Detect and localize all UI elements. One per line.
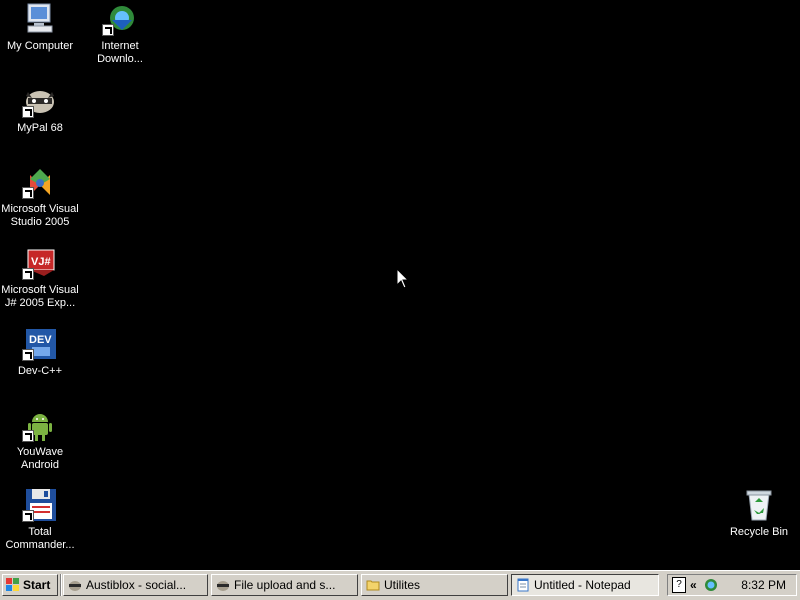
desktop[interactable]: My Computer Internet Downlo... MyPal 68 … bbox=[0, 0, 800, 570]
icon-label: YouWave Android bbox=[16, 446, 64, 471]
help-icon[interactable]: ? bbox=[672, 577, 686, 593]
icon-label: Internet Downlo... bbox=[97, 40, 143, 65]
start-button[interactable]: Start bbox=[2, 574, 58, 596]
visual-studio-shortcut[interactable]: Microsoft Visual Studio 2005 bbox=[0, 165, 80, 229]
visual-jsharp-shortcut[interactable]: VJ# Microsoft Visual J# 2005 Exp... bbox=[0, 246, 80, 310]
computer-icon bbox=[22, 2, 58, 36]
taskbar: Start Austiblox - social... File upload … bbox=[0, 570, 800, 600]
windows-logo-icon bbox=[6, 578, 19, 591]
icon-label: MyPal 68 bbox=[17, 122, 63, 134]
taskbar-button-austiblox[interactable]: Austiblox - social... bbox=[63, 574, 208, 596]
task-label: Untitled - Notepad bbox=[534, 578, 631, 592]
floppy-icon bbox=[22, 488, 58, 522]
shortcut-arrow-icon bbox=[22, 106, 34, 118]
taskbar-button-notepad[interactable]: Untitled - Notepad bbox=[511, 574, 659, 596]
shortcut-arrow-icon bbox=[22, 430, 34, 442]
taskbar-button-file-upload[interactable]: File upload and s... bbox=[211, 574, 358, 596]
youwave-android-shortcut[interactable]: YouWave Android bbox=[0, 408, 80, 472]
devcpp-shortcut[interactable]: DEV Dev-C++ bbox=[0, 327, 80, 378]
shortcut-arrow-icon bbox=[102, 24, 114, 36]
visual-studio-icon bbox=[22, 165, 58, 199]
vj-icon: VJ# bbox=[22, 246, 58, 280]
notepad-icon bbox=[517, 578, 529, 592]
my-computer-shortcut[interactable]: My Computer bbox=[0, 2, 80, 53]
icon-label: Microsoft Visual Studio 2005 bbox=[1, 203, 79, 228]
task-label: Austiblox - social... bbox=[86, 578, 187, 592]
start-label: Start bbox=[23, 578, 51, 592]
icon-label: Recycle Bin bbox=[729, 526, 789, 538]
task-label: Utilites bbox=[384, 578, 421, 592]
recycle-bin[interactable]: Recycle Bin bbox=[719, 488, 799, 539]
download-manager-tray-icon[interactable] bbox=[704, 578, 718, 592]
shortcut-arrow-icon bbox=[22, 268, 34, 280]
svg-text:VJ#: VJ# bbox=[31, 256, 51, 268]
android-icon bbox=[22, 408, 58, 442]
task-label: File upload and s... bbox=[234, 578, 336, 592]
clock[interactable]: 8:32 PM bbox=[741, 575, 786, 595]
folder-icon bbox=[366, 580, 380, 591]
mypal-icon bbox=[217, 581, 229, 591]
internet-download-manager-shortcut[interactable]: Internet Downlo... bbox=[80, 2, 160, 66]
devcpp-icon: DEV bbox=[22, 327, 58, 361]
icon-label: My Computer bbox=[6, 40, 74, 52]
system-tray: ? « 8:32 PM bbox=[667, 574, 797, 596]
icon-label: Microsoft Visual J# 2005 Exp... bbox=[1, 284, 79, 309]
shortcut-arrow-icon bbox=[22, 349, 34, 361]
svg-text:DEV: DEV bbox=[29, 334, 52, 346]
mypal-icon bbox=[22, 84, 58, 118]
recycle-bin-icon bbox=[741, 488, 777, 522]
mypal-shortcut[interactable]: MyPal 68 bbox=[0, 84, 80, 135]
shortcut-arrow-icon bbox=[22, 187, 34, 199]
mypal-icon bbox=[69, 581, 81, 591]
icon-label: Total Commander... bbox=[5, 526, 75, 551]
icon-label: Dev-C++ bbox=[17, 365, 63, 377]
total-commander-shortcut[interactable]: Total Commander... bbox=[0, 488, 80, 552]
taskbar-separator bbox=[60, 574, 62, 596]
download-manager-icon bbox=[102, 2, 138, 36]
shortcut-arrow-icon bbox=[22, 510, 34, 522]
taskbar-button-utilites[interactable]: Utilites bbox=[361, 574, 508, 596]
mouse-pointer-icon bbox=[396, 268, 410, 289]
tray-expand-chevron-icon[interactable]: « bbox=[690, 575, 697, 595]
